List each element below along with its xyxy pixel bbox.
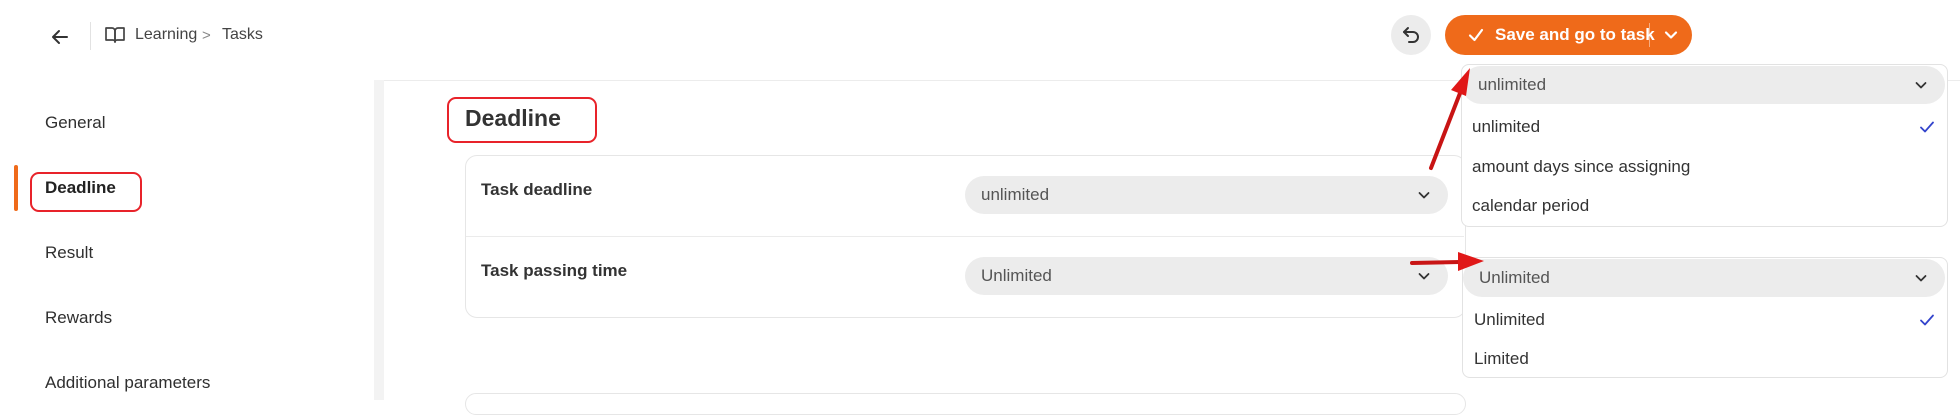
annotation-arrows — [1410, 68, 1484, 271]
annotation-arrow-up — [1429, 68, 1470, 170]
annotation-arrow-right — [1410, 252, 1484, 271]
